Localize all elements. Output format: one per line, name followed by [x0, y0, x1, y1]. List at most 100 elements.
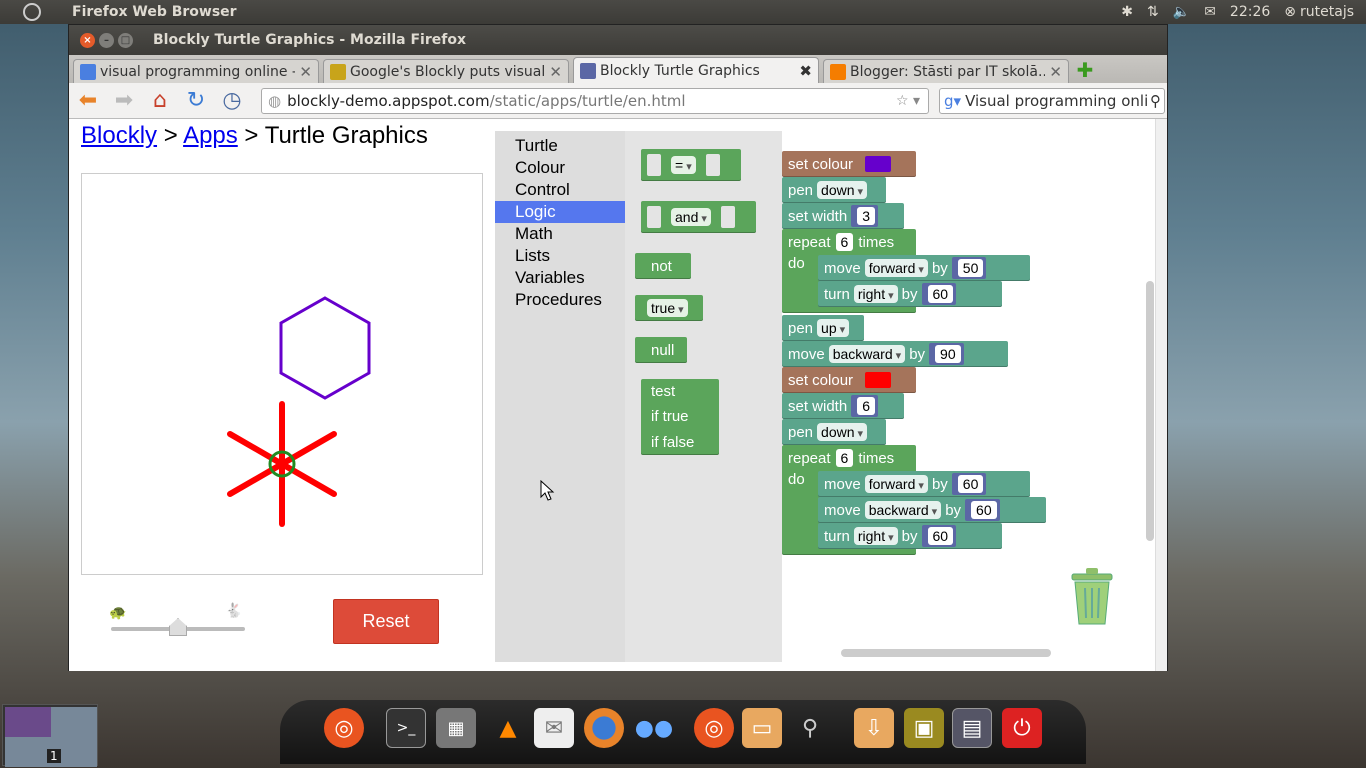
breadcrumb-apps-link[interactable]: Apps [183, 122, 238, 149]
turn-dropdown[interactable]: right [853, 527, 898, 545]
compare-block[interactable]: = [641, 149, 741, 181]
close-tab-icon[interactable]: ✕ [299, 63, 312, 81]
toolbox-category-procedures[interactable]: Procedures [495, 289, 625, 311]
close-window-button[interactable]: × [80, 32, 95, 48]
new-tab-button[interactable]: ✚ [1073, 58, 1097, 82]
breadcrumb-blockly-link[interactable]: Blockly [81, 122, 157, 149]
workspace-1[interactable] [5, 707, 51, 737]
toolbox-category-math[interactable]: Math [495, 223, 625, 245]
toolbox-category-logic[interactable]: Logic [495, 201, 625, 223]
site-identity-icon[interactable]: ◍ [268, 92, 281, 110]
calculator-icon[interactable]: ▦ [436, 708, 476, 748]
repeat-count-input[interactable]: 6 [835, 233, 854, 251]
mail-client-icon[interactable]: ✉ [534, 708, 574, 748]
page-scrollbar[interactable] [1155, 119, 1167, 671]
reload-icon[interactable]: ↻ [183, 88, 209, 114]
scrollbar-thumb[interactable] [1146, 281, 1154, 541]
bluetooth-icon[interactable]: ✱ [1121, 4, 1133, 20]
turn-block[interactable]: turn right by 60 [818, 523, 1002, 549]
colour-picker[interactable] [865, 372, 892, 388]
set-width-block[interactable]: set width 3 [782, 203, 904, 229]
close-tab-icon[interactable]: ✕ [1049, 63, 1062, 81]
downloads-icon[interactable]: ⇩ [854, 708, 894, 748]
colour-picker[interactable] [865, 156, 892, 172]
ubuntu-icon[interactable] [23, 3, 41, 21]
compare-operator-dropdown[interactable]: = [671, 156, 696, 174]
set-colour-block[interactable]: set colour [782, 151, 916, 177]
username[interactable]: rutetajs [1300, 4, 1354, 20]
logic-operation-block[interactable]: and [641, 201, 756, 233]
pen-dropdown[interactable]: down [817, 181, 868, 199]
tab-blockly-turtle[interactable]: Blockly Turtle Graphics ✖ [573, 57, 819, 83]
tab-google-blockly[interactable]: Google's Blockly puts visual... ✕ [323, 59, 569, 83]
null-block[interactable]: null [635, 337, 687, 363]
distance-input[interactable]: 60 [971, 501, 997, 519]
files-icon[interactable]: ▭ [742, 708, 782, 748]
tab-blogger[interactable]: Blogger: Stāsti par IT skolā.... ✕ [823, 59, 1069, 83]
toolbox-category-variables[interactable]: Variables [495, 267, 625, 289]
toolbox-category-lists[interactable]: Lists [495, 245, 625, 267]
workspace-3[interactable] [5, 737, 51, 767]
distance-input[interactable]: 60 [957, 475, 984, 493]
pen-dropdown[interactable]: up [817, 319, 850, 337]
set-width-block[interactable]: set width 6 [782, 393, 904, 419]
empathy-icon[interactable]: ●● [634, 708, 674, 748]
boolean-block[interactable]: true [635, 295, 703, 321]
trash-can-icon[interactable] [1068, 566, 1116, 628]
firefox-icon[interactable] [584, 708, 624, 748]
width-input[interactable]: 3 [857, 207, 875, 225]
workspace-2[interactable] [51, 707, 97, 737]
angle-input[interactable]: 60 [927, 285, 954, 303]
slider-knob[interactable] [169, 618, 187, 636]
ubuntu-dash-icon[interactable]: ◎ [324, 708, 364, 748]
set-colour-block[interactable]: set colour [782, 367, 916, 393]
angle-input[interactable]: 60 [927, 527, 954, 545]
toolbox-category-control[interactable]: Control [495, 179, 625, 201]
system-settings-icon[interactable]: ▤ [952, 708, 992, 748]
titlebar[interactable]: × – □ Blockly Turtle Graphics - Mozilla … [69, 25, 1167, 55]
search-engine-icon[interactable]: g▾ [944, 92, 961, 110]
tab-visual-programming[interactable]: visual programming online -... ✕ [73, 59, 319, 83]
move-block[interactable]: move backward by 90 [782, 341, 1008, 367]
direction-dropdown[interactable]: backward [828, 345, 906, 363]
back-arrow-icon[interactable]: ⬅ [75, 88, 101, 114]
image-viewer-icon[interactable]: ▣ [904, 708, 944, 748]
forward-arrow-icon[interactable]: ➡ [111, 88, 137, 114]
volume-icon[interactable]: 🔈 [1173, 4, 1190, 20]
pen-dropdown[interactable]: down [817, 423, 868, 441]
pen-block[interactable]: pen down [782, 419, 886, 445]
maximize-window-button[interactable]: □ [118, 32, 133, 48]
home-icon[interactable]: ⌂ [147, 88, 173, 114]
search-bar[interactable]: g▾ Visual programming onlir ⚲ [939, 87, 1165, 114]
network-icon[interactable]: ⇅ [1147, 4, 1159, 20]
search-input[interactable]: Visual programming onlir [965, 92, 1147, 110]
mail-icon[interactable]: ✉ [1204, 4, 1216, 20]
clock[interactable]: 22:26 [1230, 4, 1270, 20]
toolbox-category-turtle[interactable]: Turtle [495, 135, 625, 157]
width-input[interactable]: 6 [857, 397, 875, 415]
distance-input[interactable]: 90 [935, 345, 961, 363]
turn-block[interactable]: turn right by 60 [818, 281, 1002, 307]
move-block[interactable]: move forward by 60 [818, 471, 1030, 497]
close-tab-icon[interactable]: ✖ [799, 62, 812, 80]
minimize-window-button[interactable]: – [99, 32, 114, 48]
distance-input[interactable]: 50 [957, 259, 984, 277]
reset-button[interactable]: Reset [333, 599, 439, 644]
workspace-horizontal-scrollbar[interactable] [627, 647, 1139, 659]
speed-slider[interactable]: 🐢 🐇 [109, 603, 249, 637]
close-tab-icon[interactable]: ✕ [549, 63, 562, 81]
ubuntu-software-icon[interactable]: ◎ [694, 708, 734, 748]
history-clock-icon[interactable]: ◷ [219, 88, 245, 114]
search-icon[interactable]: ⚲ [1147, 92, 1164, 110]
move-block[interactable]: move forward by 50 [818, 255, 1030, 281]
toolbox-category-colour[interactable]: Colour [495, 157, 625, 179]
url-bar[interactable]: ◍ blockly-demo.appspot.com /static/apps/… [261, 87, 929, 114]
workspace-switcher[interactable]: 1 [2, 704, 98, 767]
pen-block[interactable]: pen down [782, 177, 886, 203]
pen-block[interactable]: pen up [782, 315, 864, 341]
scrollbar-thumb[interactable] [841, 649, 1051, 657]
direction-dropdown[interactable]: backward [864, 501, 942, 519]
vlc-icon[interactable]: ▲ [488, 708, 528, 748]
boolean-dropdown[interactable]: true [647, 299, 688, 317]
move-block[interactable]: move backward by 60 [818, 497, 1046, 523]
